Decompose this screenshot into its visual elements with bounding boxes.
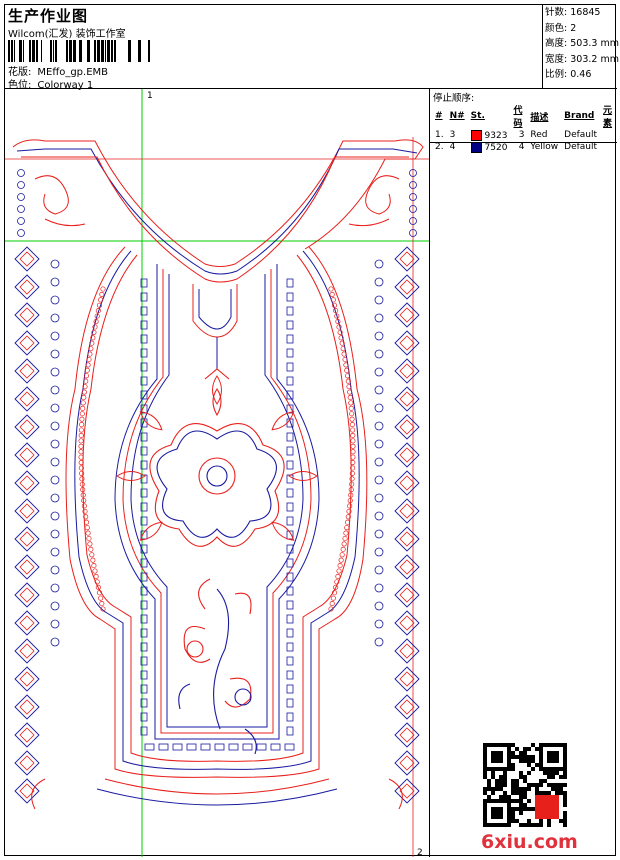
- table-header-row: # N# St. 代码 描述 Brand 元素: [432, 103, 617, 129]
- table-row: 1. 3 9323 3 Red Default: [435, 129, 598, 141]
- production-worksheet: 生产作业图 Wilcom(汇发) 装饰工作室 花版: MEffo_gp.EMB 色…: [4, 4, 619, 858]
- stat-stitches: 针数: 16845: [545, 7, 601, 18]
- watermark-logo: 6xiu.com: [481, 831, 578, 853]
- col-st: St.: [470, 111, 485, 121]
- embroidery-design-preview: [5, 89, 429, 857]
- qr-code-icon: [483, 743, 567, 827]
- col-index: #: [435, 111, 443, 121]
- col-desc: 描述: [530, 112, 549, 123]
- marker-one: 1: [147, 91, 153, 101]
- stat-height: 高度: 503.3 mm: [545, 38, 619, 49]
- barcode-icon: [8, 40, 150, 62]
- marker-two: 2: [417, 848, 423, 858]
- col-needle: N#: [449, 111, 465, 121]
- stop-sequence-caption: 停止顺序:: [433, 93, 475, 104]
- color-swatch: [470, 129, 482, 141]
- col-brand: Brand: [564, 111, 595, 121]
- page-title: 生产作业图: [8, 7, 89, 25]
- stat-colors: 颜色: 2: [545, 22, 577, 34]
- stop-sequence-panel: 停止顺序: # N# St. 代码 描述 Brand 元素 1. 3 9323 …: [429, 89, 617, 153]
- stats-panel: 针数: 16845 颜色: 2 高度: 503.3 mm 宽度: 303.2 m…: [543, 5, 619, 89]
- company-name: Wilcom(汇发) 装饰工作室: [8, 29, 126, 40]
- col-code: 代码: [513, 106, 523, 129]
- stat-width: 宽度: 303.2 mm: [545, 53, 619, 65]
- col-element: 元素: [603, 106, 613, 129]
- stat-scale: 比例: 0.46: [545, 69, 592, 80]
- header-panel: 生产作业图 Wilcom(汇发) 装饰工作室 花版: MEffo_gp.EMB 色…: [5, 5, 543, 91]
